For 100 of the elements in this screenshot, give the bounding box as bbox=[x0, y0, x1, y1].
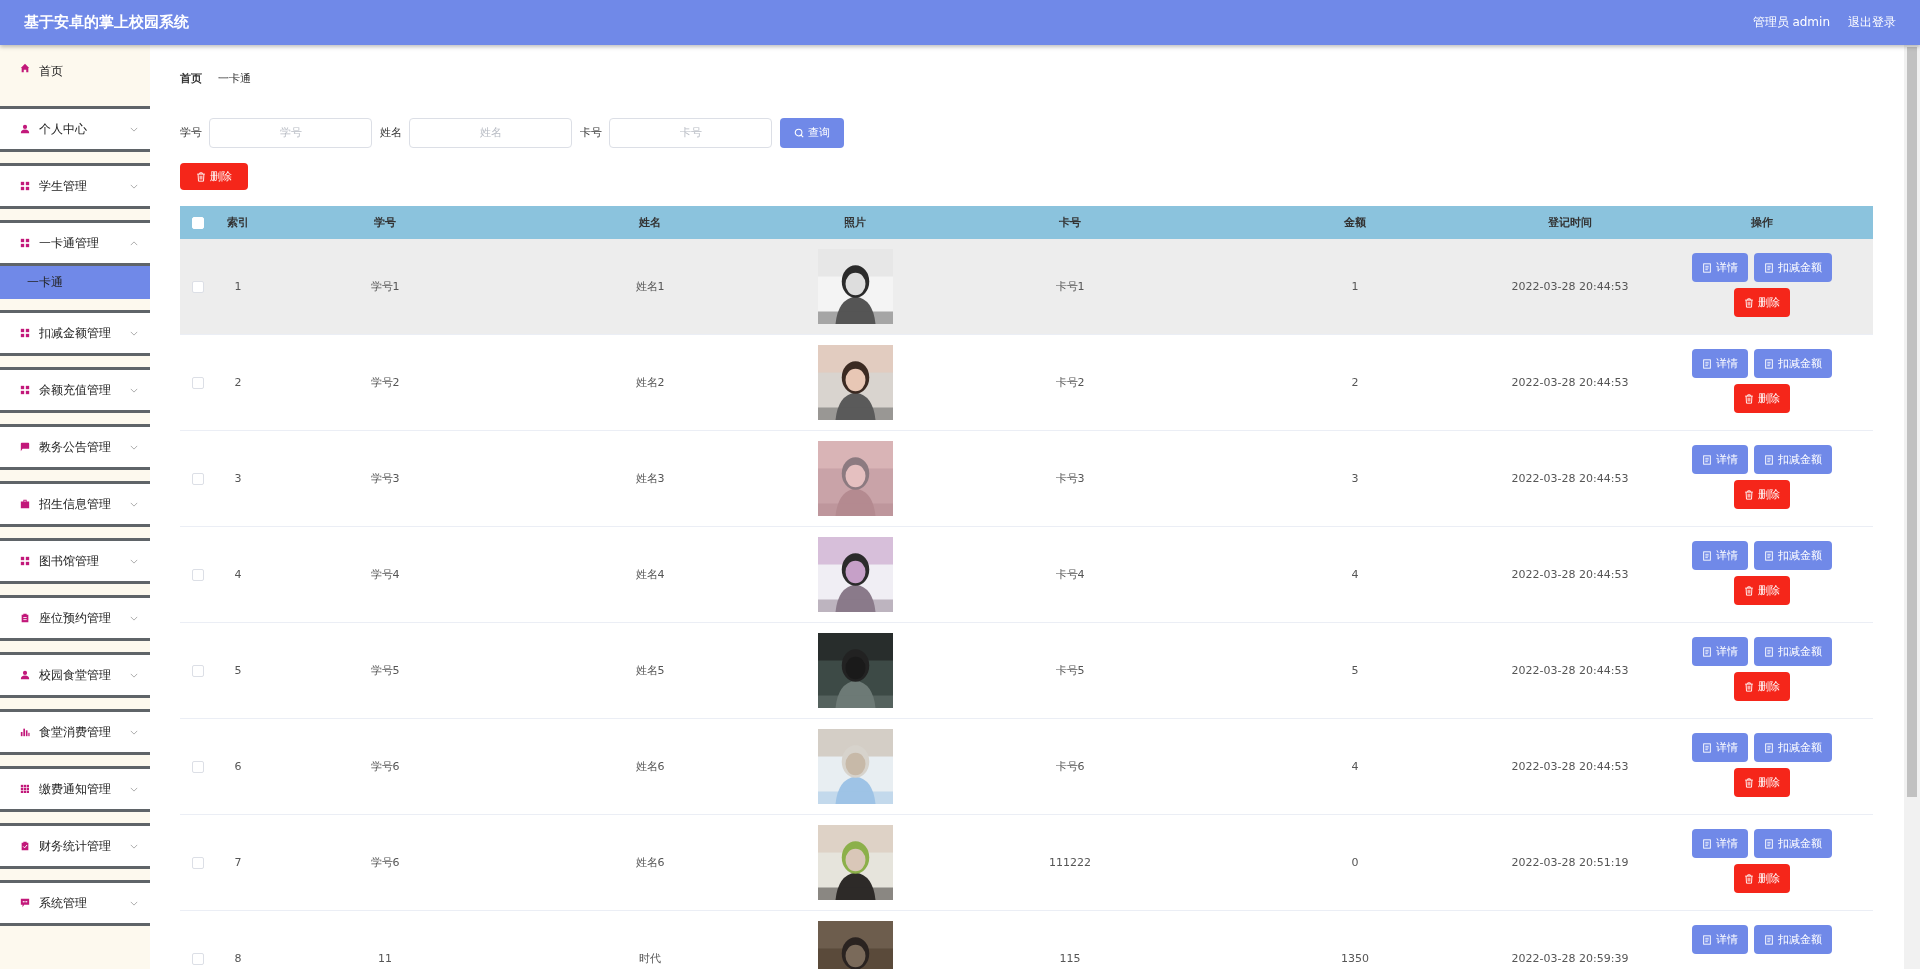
column-header: 姓名 bbox=[639, 215, 661, 230]
grid-icon bbox=[20, 556, 30, 566]
menu-item[interactable]: 系统管理 bbox=[0, 880, 150, 926]
document-icon bbox=[1763, 262, 1774, 273]
briefcase-icon bbox=[20, 499, 30, 509]
delete-button[interactable]: 删除 bbox=[1733, 288, 1790, 317]
row-checkbox[interactable] bbox=[192, 952, 204, 965]
search-button[interactable]: 查询 bbox=[780, 117, 844, 148]
detail-button[interactable]: 详情 bbox=[1691, 829, 1748, 858]
table-cell: 4 bbox=[1351, 760, 1359, 773]
table-cell: 1 bbox=[234, 280, 242, 293]
bar-chart-icon bbox=[20, 727, 30, 737]
menu-item[interactable]: 招生信息管理 bbox=[0, 481, 150, 527]
trash-icon bbox=[1743, 585, 1754, 596]
select-all-checkbox[interactable] bbox=[192, 216, 204, 229]
table-cell: 7 bbox=[234, 856, 242, 869]
table-cell: 学号3 bbox=[370, 471, 400, 486]
dot-grid-icon bbox=[20, 784, 30, 794]
row-checkbox[interactable] bbox=[192, 568, 204, 581]
submenu-item[interactable]: 一卡通 bbox=[0, 266, 150, 299]
table-cell: 学号1 bbox=[370, 279, 400, 294]
document-icon bbox=[1763, 454, 1774, 465]
row-checkbox[interactable] bbox=[192, 472, 204, 485]
delete-button[interactable]: 删除 bbox=[1733, 480, 1790, 509]
table-cell: 5 bbox=[1351, 664, 1359, 677]
delete-button[interactable]: 删除 bbox=[1733, 768, 1790, 797]
detail-button[interactable]: 详情 bbox=[1691, 253, 1748, 282]
table-cell: 姓名4 bbox=[635, 567, 665, 582]
detail-button[interactable]: 详情 bbox=[1691, 445, 1748, 474]
menu-item[interactable]: 扣减金额管理 bbox=[0, 310, 150, 356]
table-cell: 4 bbox=[1351, 568, 1359, 581]
column-header: 金额 bbox=[1344, 215, 1366, 230]
table-cell: 2022-03-28 20:51:19 bbox=[1511, 856, 1629, 869]
menu-item[interactable]: 学生管理 bbox=[0, 163, 150, 209]
chat-bubble-icon bbox=[20, 442, 30, 452]
menu-item[interactable]: 图书馆管理 bbox=[0, 538, 150, 584]
deduct-button[interactable]: 扣减金额 bbox=[1753, 541, 1832, 570]
detail-button[interactable]: 详情 bbox=[1691, 349, 1748, 378]
search-field[interactable]: 姓名 bbox=[409, 117, 572, 148]
deduct-button[interactable]: 扣减金额 bbox=[1753, 925, 1832, 954]
document-icon bbox=[1701, 454, 1712, 465]
table-cell: 2022-03-28 20:44:53 bbox=[1511, 376, 1629, 389]
table-cell: 0 bbox=[1351, 856, 1359, 869]
table-cell: 姓名3 bbox=[635, 471, 665, 486]
table-cell: 姓名6 bbox=[635, 855, 665, 870]
delete-button[interactable]: 删除 bbox=[1733, 384, 1790, 413]
menu-item[interactable]: 食堂消费管理 bbox=[0, 709, 150, 755]
delete-button[interactable]: 删除 bbox=[1733, 864, 1790, 893]
table-cell: 学号6 bbox=[370, 855, 400, 870]
deduct-button[interactable]: 扣减金额 bbox=[1753, 253, 1832, 282]
person-icon bbox=[20, 124, 30, 134]
grid-icon bbox=[20, 181, 30, 191]
detail-button[interactable]: 详情 bbox=[1691, 541, 1748, 570]
menu-item[interactable]: 一卡通管理 bbox=[0, 220, 150, 266]
breadcrumb-item[interactable]: 首页 bbox=[180, 71, 202, 90]
grid-icon bbox=[20, 328, 30, 338]
delete-button[interactable]: 删除 bbox=[180, 163, 248, 190]
column-header: 索引 bbox=[227, 215, 249, 230]
menu-item[interactable]: 座位预约管理 bbox=[0, 595, 150, 641]
delete-button[interactable]: 删除 bbox=[1733, 576, 1790, 605]
deduct-button[interactable]: 扣减金额 bbox=[1753, 349, 1832, 378]
table-cell: 11 bbox=[378, 952, 392, 965]
field-label: 卡号 bbox=[580, 125, 602, 140]
document-icon bbox=[1763, 358, 1774, 369]
row-checkbox[interactable] bbox=[192, 856, 204, 869]
document-icon bbox=[1701, 550, 1712, 561]
menu-item[interactable]: 个人中心 bbox=[0, 109, 150, 152]
menu-item[interactable]: 教务公告管理 bbox=[0, 424, 150, 470]
person-icon bbox=[20, 670, 30, 680]
menu-item[interactable]: 余额充值管理 bbox=[0, 367, 150, 413]
logout-link[interactable]: 退出登录 bbox=[1848, 14, 1896, 31]
deduct-button[interactable]: 扣减金额 bbox=[1753, 733, 1832, 762]
document-icon bbox=[1701, 262, 1712, 273]
deduct-button[interactable]: 扣减金额 bbox=[1753, 637, 1832, 666]
detail-button[interactable]: 详情 bbox=[1691, 925, 1748, 954]
row-checkbox[interactable] bbox=[192, 760, 204, 773]
table-row[interactable]: 1 学号1 姓名1 卡号1 1 2022-03-28 20:44:53 详情 扣减金额 删除 bbox=[180, 239, 1873, 335]
menu-item[interactable]: 缴费通知管理 bbox=[0, 766, 150, 812]
table-cell: 学号2 bbox=[370, 375, 400, 390]
detail-button[interactable]: 详情 bbox=[1691, 733, 1748, 762]
search-icon bbox=[794, 127, 804, 138]
row-checkbox[interactable] bbox=[192, 376, 204, 389]
detail-button[interactable]: 详情 bbox=[1691, 637, 1748, 666]
table-cell: 5 bbox=[234, 664, 242, 677]
trash-icon bbox=[1743, 393, 1754, 404]
row-checkbox[interactable] bbox=[192, 664, 204, 677]
menu-item[interactable]: 财务统计管理 bbox=[0, 823, 150, 869]
scrollbar[interactable] bbox=[1904, 45, 1920, 969]
trash-icon bbox=[1743, 681, 1754, 692]
menu-item[interactable]: 校园食堂管理 bbox=[0, 652, 150, 698]
delete-button[interactable]: 删除 bbox=[1733, 672, 1790, 701]
deduct-button[interactable]: 扣减金额 bbox=[1753, 445, 1832, 474]
clipboard-icon bbox=[20, 613, 30, 623]
field-label: 姓名 bbox=[380, 125, 402, 140]
column-header: 操作 bbox=[1750, 215, 1773, 230]
clipboard-check-icon bbox=[20, 841, 30, 851]
trash-icon bbox=[1743, 489, 1754, 500]
row-checkbox[interactable] bbox=[192, 280, 204, 293]
deduct-button[interactable]: 扣减金额 bbox=[1753, 829, 1832, 858]
table-cell: 2022-03-28 20:44:53 bbox=[1511, 280, 1629, 293]
